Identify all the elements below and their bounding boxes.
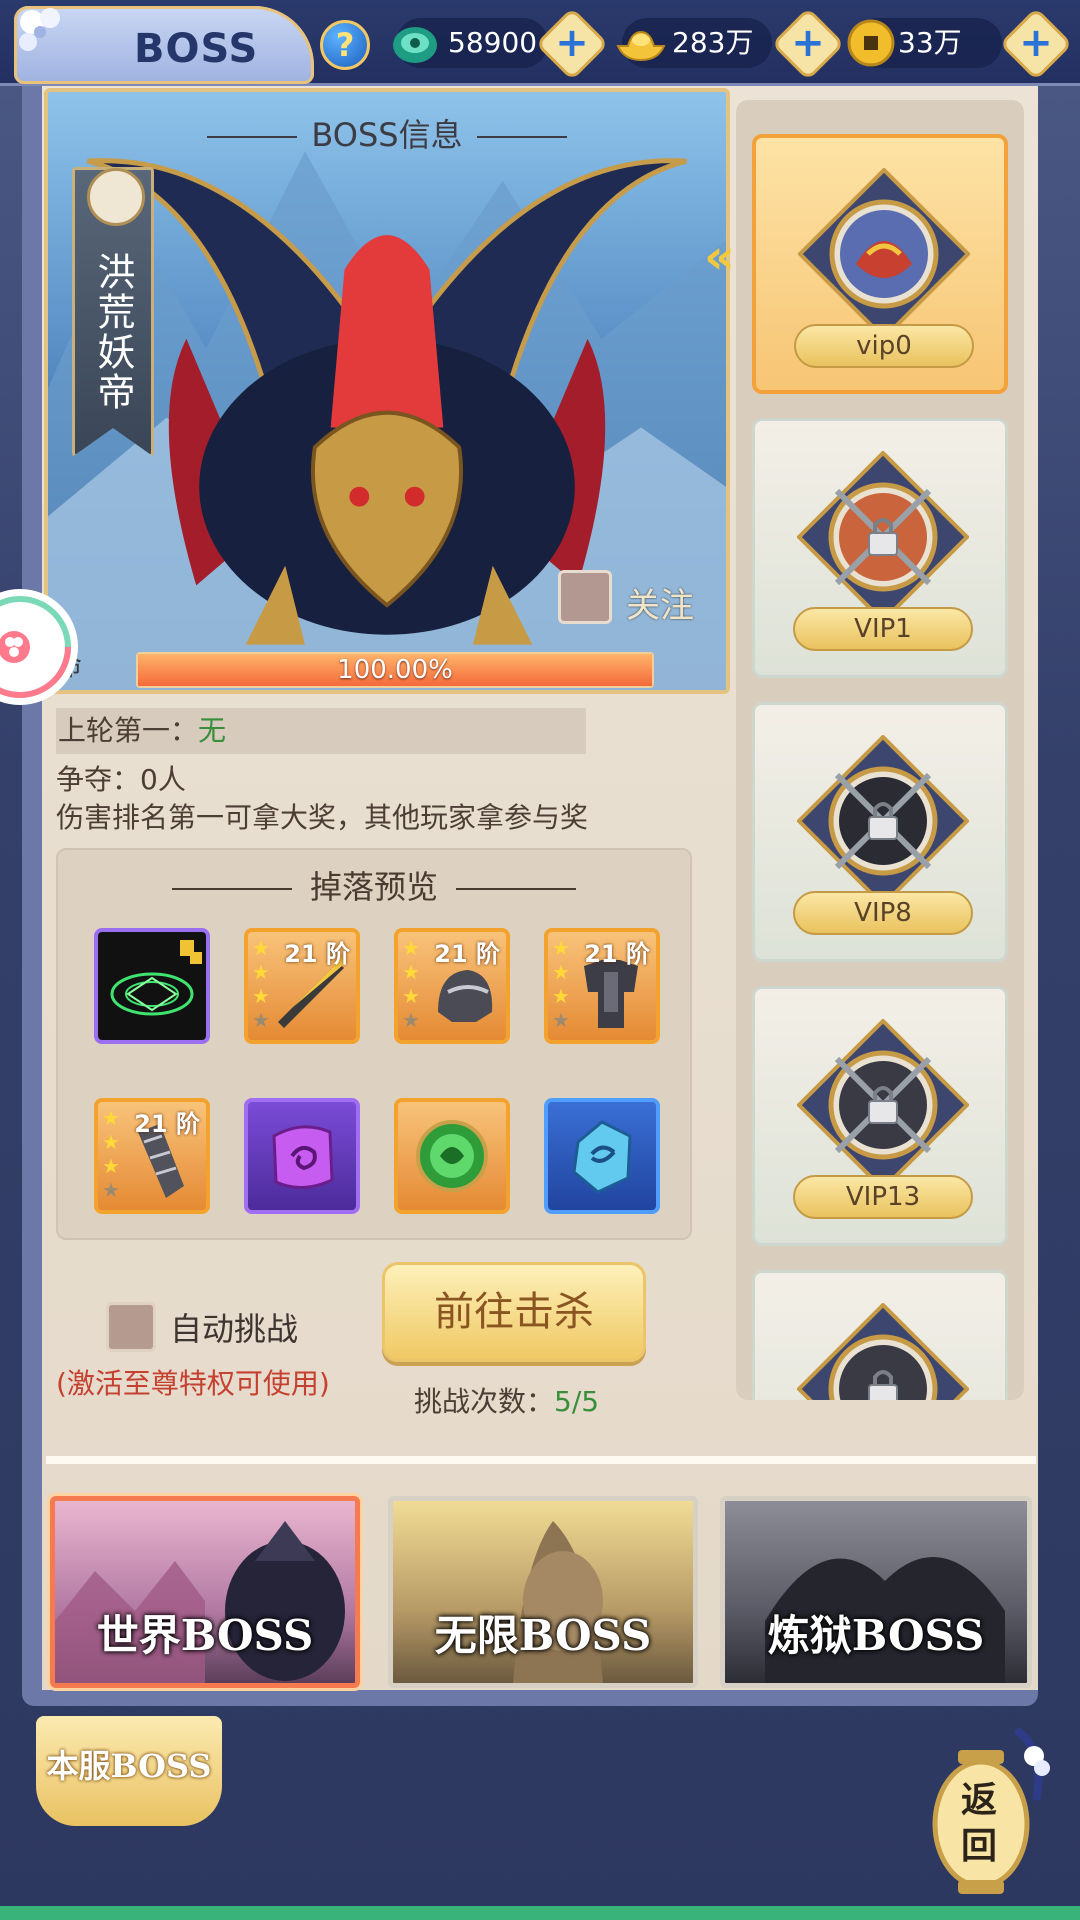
coin-icon (847, 19, 895, 67)
plus-icon: + (791, 20, 825, 66)
vip-card-locked[interactable] (752, 1270, 1008, 1400)
back-label: 返 回 (954, 1778, 1004, 1870)
plus-icon: + (1019, 20, 1053, 66)
page-title: BOSS (134, 26, 259, 72)
locked-boss-avatar-icon (797, 1019, 969, 1191)
add-jade-button[interactable]: + (535, 7, 609, 81)
coin-currency: 33万 (847, 18, 1002, 68)
drop-preview-panel: 掉落预览 ★ ★ ★ ★ 21 阶 ★ ★ ★ ★ 21 阶 ★ ★ ★ ★ 21 阶 (56, 848, 692, 1240)
hp-percent: 100.00% (337, 655, 453, 685)
drop-item-blue-crystal[interactable] (544, 1098, 660, 1214)
add-coin-button[interactable]: + (999, 7, 1073, 81)
item-grade: 21 阶 (434, 940, 500, 968)
tab-purgatory-boss[interactable]: 炼狱BOSS (720, 1496, 1032, 1688)
gold-ingot-icon (616, 30, 666, 62)
challenge-count-label: 挑战次数： (414, 1385, 555, 1418)
locked-boss-avatar-icon (797, 451, 969, 623)
plus-icon: + (555, 20, 589, 66)
tab-label: 世界BOSS (96, 1611, 314, 1660)
drop-item-sword[interactable]: ★ ★ ★ ★ 21 阶 (244, 928, 360, 1044)
auto-challenge-note: (激活至尊特权可使用) (56, 1367, 330, 1400)
drop-item-formation-fragment[interactable] (94, 928, 210, 1044)
follow-label: 关注 (626, 586, 694, 626)
flower-decoration-icon (19, 8, 60, 51)
title-tab: BOSS (14, 6, 314, 84)
follow-checkbox[interactable] (558, 570, 612, 624)
vip-card-vip1[interactable]: VIP1 (752, 418, 1008, 678)
server-boss-button[interactable]: 本服BOSS (36, 1716, 222, 1826)
back-button[interactable]: 返 回 (906, 1720, 1056, 1910)
item-grade: 21 阶 (584, 940, 650, 968)
drop-item-armor[interactable]: ★ ★ ★ ★ 21 阶 (544, 928, 660, 1044)
locked-boss-avatar-icon (797, 1303, 969, 1400)
drop-item-purple-rune[interactable] (244, 1098, 360, 1214)
tab-label: 无限BOSS (434, 1611, 652, 1660)
boss-info-header: BOSS信息 (48, 110, 726, 156)
dragon-orb-icon (416, 1120, 488, 1192)
star-rating: ★ ★ ★ ★ (552, 936, 570, 1032)
item-grade: 21 阶 (134, 1110, 200, 1138)
boss-portrait-card: BOSS信息 洪荒妖帝 关注 (44, 88, 730, 694)
auto-challenge-checkbox[interactable] (106, 1302, 156, 1352)
back-label-line1: 返 (960, 1780, 997, 1821)
vip-card-vip0[interactable]: vip0 (752, 134, 1008, 394)
vip-label: VIP13 (793, 1175, 973, 1219)
ingot-amount: 283万 (672, 26, 754, 59)
floating-menu-button[interactable] (0, 586, 82, 708)
boss-avatar-icon (798, 168, 970, 340)
vip-card-vip13[interactable]: VIP13 (752, 986, 1008, 1246)
blue-crystal-icon (572, 1120, 632, 1194)
top-bar: BOSS ? 58900 + 283万 + 33万 + (0, 0, 1080, 86)
boss-name: 洪荒妖帝 (91, 252, 135, 412)
item-grade: 21 阶 (284, 940, 350, 968)
jade-icon (393, 27, 437, 63)
tab-infinite-boss[interactable]: 无限BOSS (388, 1496, 698, 1688)
last-winner-value: 无 (198, 714, 227, 747)
help-button[interactable]: ? (320, 20, 370, 70)
hp-bar: 100.00% (136, 652, 654, 688)
star-rating: ★ ★ ★ ★ (102, 1106, 120, 1202)
question-icon: ? (335, 26, 355, 64)
boss-name-banner: 洪荒妖帝 (72, 167, 154, 457)
drop-preview-title: 掉落预览 (58, 862, 690, 908)
auto-challenge-label: 自动挑战 (170, 1310, 299, 1348)
jade-amount: 58900 (448, 26, 538, 59)
add-ingot-button[interactable]: + (771, 7, 845, 81)
jade-currency: 58900 (393, 18, 548, 68)
last-winner-label: 上轮第一： (58, 714, 199, 747)
tab-label: 炼狱BOSS (767, 1611, 985, 1660)
drop-item-dragon-orb[interactable] (394, 1098, 510, 1214)
star-rating: ★ ★ ★ ★ (402, 936, 420, 1032)
go-kill-button[interactable]: 前往击杀 (382, 1262, 646, 1362)
drop-item-helmet[interactable]: ★ ★ ★ ★ 21 阶 (394, 928, 510, 1044)
formation-fragment-icon (110, 940, 202, 1016)
vip-boss-list[interactable]: vip0 VIP1 VIP8 VIP13 (736, 100, 1024, 1400)
star-rating: ★ ★ ★ ★ (252, 936, 270, 1032)
bottom-strip (0, 1906, 1080, 1920)
challenge-count-value: 5/5 (554, 1385, 600, 1418)
coin-amount: 33万 (898, 26, 962, 59)
purple-rune-icon (272, 1125, 334, 1189)
section-divider (46, 1456, 1036, 1464)
vip-label: vip0 (794, 324, 974, 368)
drop-item-gauntlet[interactable]: ★ ★ ★ ★ 21 阶 (94, 1098, 210, 1214)
reward-rule: 伤害排名第一可拿大奖，其他玩家拿参与奖 (56, 801, 589, 834)
tab-world-boss[interactable]: 世界BOSS (50, 1496, 360, 1688)
back-label-line2: 回 (960, 1826, 997, 1867)
vip-label: VIP8 (793, 891, 973, 935)
vip-card-vip8[interactable]: VIP8 (752, 702, 1008, 962)
last-winner-row: 上轮第一：无 (56, 708, 586, 754)
locked-boss-avatar-icon (797, 735, 969, 907)
contest-count: 争夺：0人 (56, 763, 186, 796)
ingot-currency: 283万 (616, 18, 772, 68)
challenge-count: 挑战次数：5/5 (414, 1380, 599, 1420)
vip-label: VIP1 (793, 607, 973, 651)
boss-emblem-icon (87, 168, 145, 226)
